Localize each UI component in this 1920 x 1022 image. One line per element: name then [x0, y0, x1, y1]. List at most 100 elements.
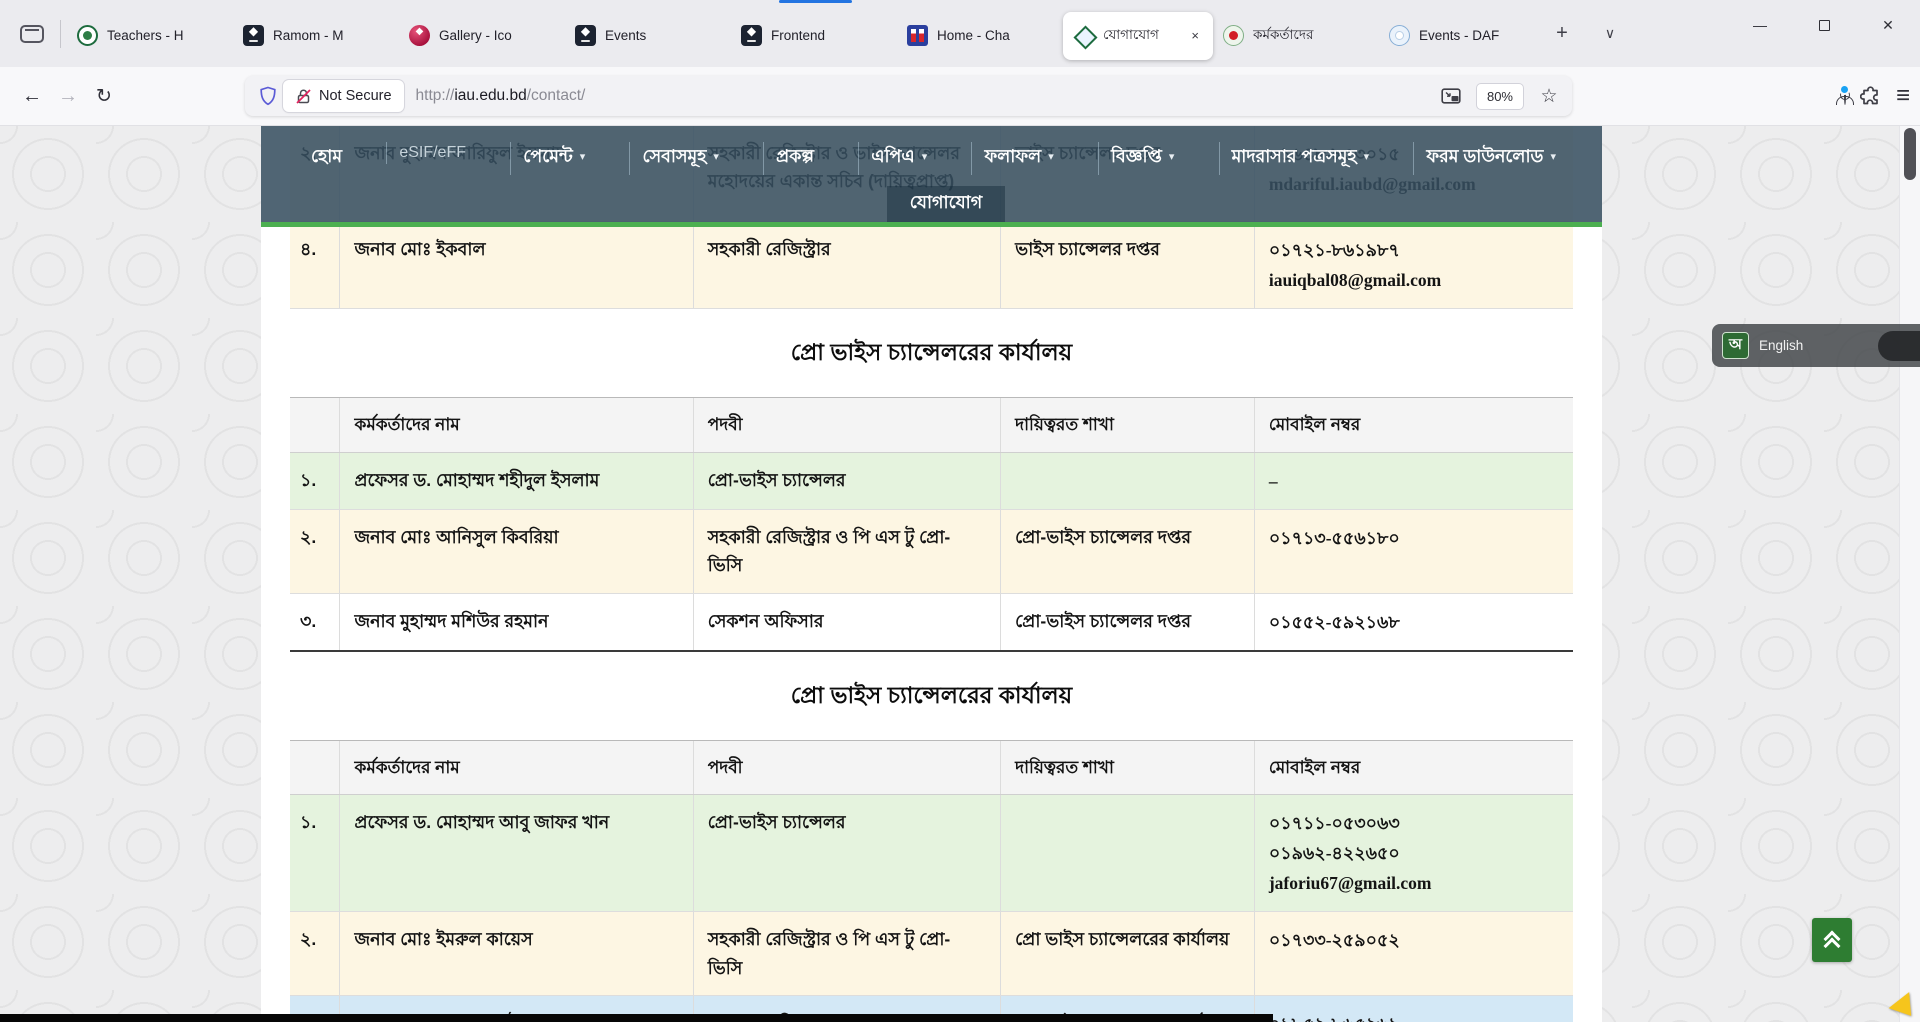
list-all-tabs-chevron-icon[interactable]: ∨	[1593, 17, 1627, 51]
branch-cell: প্রো-ভাইস চ্যান্সেলর দপ্তর	[1000, 594, 1254, 650]
tab-title: Events	[605, 28, 721, 43]
yellow-scroll-marker	[1889, 992, 1920, 1022]
tab-title: কর্মকর্তাদের	[1253, 24, 1369, 47]
table-row: ১. প্রফেসর ড. মোহাম্মদ শহীদুল ইসলাম প্রো…	[290, 453, 1573, 510]
email-address: iauiqbal08@gmail.com	[1269, 265, 1557, 295]
mobile-cell: ০১৭১১-০৫৩০৬৩ ০১৯৬২-৪২২৬৫০ jaforiu67@gmai…	[1254, 795, 1573, 911]
tab-title: Teachers - H	[107, 28, 223, 43]
header-designation: পদবী	[693, 741, 1000, 795]
designation-cell: সহকারী রেজিস্ট্রার	[693, 222, 1000, 308]
url-host: iau.edu.bd	[454, 87, 526, 104]
widget-handle[interactable]	[1878, 331, 1920, 361]
tab-close-icon[interactable]: ×	[1187, 26, 1203, 45]
section-title: প্রো ভাইস চ্যান্সেলরের কার্যালয়	[290, 652, 1573, 740]
url-path: /contact/	[527, 87, 586, 104]
contacts-table: কর্মকর্তাদের নাম পদবী দায়িত্বরত শাখা মো…	[290, 740, 1573, 1022]
notification-dot	[1839, 84, 1850, 95]
scrollbar-thumb[interactable]	[1904, 128, 1916, 180]
tab-teachers[interactable]: Teachers - H	[67, 12, 233, 60]
table-header-row: কর্মকর্তাদের নাম পদবী দায়িত্বরত শাখা মো…	[290, 397, 1573, 453]
back-button[interactable]: ←	[14, 78, 50, 114]
insecure-lock-icon	[295, 88, 312, 105]
nav-item-madrasah-letters[interactable]: মাদরাসার পত্রসমূহ	[1219, 142, 1382, 175]
tab-frontend[interactable]: Frontend	[731, 12, 897, 60]
zoom-level-button[interactable]: 80%	[1476, 83, 1524, 110]
section-title: প্রো ভাইস চ্যান্সেলরের কার্যালয়	[290, 309, 1573, 397]
scroll-to-top-button[interactable]	[1812, 918, 1852, 962]
tab-accent-strip	[779, 0, 852, 3]
graduation-cap-favicon	[575, 25, 596, 46]
firefox-view-button[interactable]	[12, 17, 52, 51]
page-scrollbar[interactable]	[1899, 126, 1920, 1022]
language-label: English	[1759, 338, 1868, 353]
iau-diamond-favicon	[1073, 25, 1094, 46]
branch-cell: প্রো-ভাইস চ্যান্সেলর দপ্তর	[1000, 510, 1254, 593]
phone-number: ০১৭২১-৮৬১৯৮৭	[1269, 235, 1557, 265]
tab-contact-active[interactable]: যোগাযোগ ×	[1063, 12, 1213, 60]
url-scheme: http://	[416, 87, 455, 104]
tracking-protection-shield-icon[interactable]	[253, 86, 283, 106]
nav-item-payment[interactable]: পেমেন্ট	[510, 142, 597, 175]
phone-number: ০১৮৫২-৮৬৫২৬৯	[1269, 1009, 1557, 1022]
nav-item-projects[interactable]: প্রকল্প	[763, 142, 826, 175]
tab-title: যোগাযোগ	[1103, 24, 1178, 47]
college-logo-favicon	[907, 25, 928, 46]
nav-item-contact-active[interactable]: যোগাযোগ	[887, 186, 1005, 222]
header-mobile: মোবাইল নম্বর	[1254, 398, 1573, 452]
language-switcher-widget[interactable]: অ English	[1712, 324, 1920, 367]
nav-item-esif[interactable]: eSIF/eFF	[386, 142, 478, 164]
header-mobile: মোবাইল নম্বর	[1254, 741, 1573, 795]
seal-favicon	[1389, 25, 1410, 46]
reload-button[interactable]: ↻	[86, 78, 122, 114]
page-viewport: ২. জনাব মুহাম্মদ আরিফুল ইসলাম সহকারী রেজ…	[0, 126, 1920, 1022]
nav-item-form-download[interactable]: ফরম ডাউনলোড	[1413, 142, 1568, 175]
nav-item-results[interactable]: ফলাফল	[971, 142, 1065, 175]
header-branch: দায়িত্বরত শাখা	[1000, 398, 1254, 452]
bookmark-star-icon[interactable]: ☆	[1534, 81, 1564, 111]
serial-cell: ৩.	[290, 594, 339, 650]
nav-item-services[interactable]: সেবাসমূহ	[629, 142, 730, 175]
tab-gallery[interactable]: Gallery - Ico	[399, 12, 565, 60]
header-branch: দায়িত্বরত শাখা	[1000, 741, 1254, 795]
site-security-chip[interactable]: Not Secure	[283, 80, 404, 112]
url-bar[interactable]: Not Secure http://iau.edu.bd/contact/ 80…	[245, 76, 1572, 116]
tab-home[interactable]: Home - Cha	[897, 12, 1063, 60]
phone-number: ০১৭৩৩-২৫৯০৫২	[1269, 925, 1557, 955]
forward-button[interactable]: →	[50, 78, 86, 114]
mobile-cell: ০১৫৫২-৫৯২১৬৮	[1254, 594, 1573, 650]
tab-officers[interactable]: কর্মকর্তাদের	[1213, 12, 1379, 60]
phone-number: ০১৭১১-০৫৩০৬৩	[1269, 808, 1557, 838]
nav-item-apa[interactable]: এপিএ	[858, 142, 939, 175]
tab-ramom[interactable]: Ramom - M	[233, 12, 399, 60]
browser-tab-bar: Teachers - H Ramom - M Gallery - Ico Eve…	[0, 0, 1920, 67]
nav-item-home[interactable]: হোম	[299, 142, 354, 175]
maximize-button[interactable]	[1792, 0, 1856, 50]
mobile-cell: ০১৭১৩-৫৫৬১৮০	[1254, 510, 1573, 593]
table-row: ৪. জনাব মোঃ ইকবাল সহকারী রেজিস্ট্রার ভাই…	[290, 222, 1573, 309]
account-button[interactable]	[1844, 87, 1846, 105]
minimize-button[interactable]: —	[1728, 0, 1792, 50]
picture-in-picture-icon[interactable]	[1436, 81, 1466, 111]
tab-separator	[60, 20, 61, 48]
tab-events[interactable]: Events	[565, 12, 731, 60]
header-serial	[290, 398, 339, 452]
serial-cell: ২.	[290, 912, 339, 995]
designation-cell: প্রো-ভাইস চ্যান্সেলর	[693, 453, 1000, 509]
mobile-cell: –	[1254, 453, 1573, 509]
table-row: ১. প্রফেসর ড. মোহাম্মদ আবু জাফর খান প্রো…	[290, 795, 1573, 912]
header-name: কর্মকর্তাদের নাম	[339, 398, 692, 452]
designation-cell: সহকারী রেজিস্ট্রার ও পি এস টু প্রো-ভিসি	[693, 510, 1000, 593]
tab-events-dar[interactable]: Events - DAF	[1379, 12, 1545, 60]
tab-title: Ramom - M	[273, 28, 389, 43]
header-designation: পদবী	[693, 398, 1000, 452]
branch-cell: ভাইস চ্যান্সেলর দপ্তর	[1000, 222, 1254, 308]
close-window-button[interactable]: ✕	[1856, 0, 1920, 50]
designation-cell: সহকারী রেজিস্ট্রার ও পি এস টু প্রো-ভিসি	[693, 912, 1000, 995]
nav-item-notices[interactable]: বিজ্ঞপ্তি	[1098, 142, 1186, 175]
table-header-row: কর্মকর্তাদের নাম পদবী দায়িত্বরত শাখা মো…	[290, 740, 1573, 796]
new-tab-button[interactable]: +	[1545, 17, 1579, 51]
extensions-button[interactable]	[1860, 85, 1882, 107]
iau-crest-favicon	[77, 25, 98, 46]
app-menu-hamburger-icon[interactable]: ≡	[1896, 82, 1910, 110]
maximize-icon	[1819, 20, 1830, 31]
